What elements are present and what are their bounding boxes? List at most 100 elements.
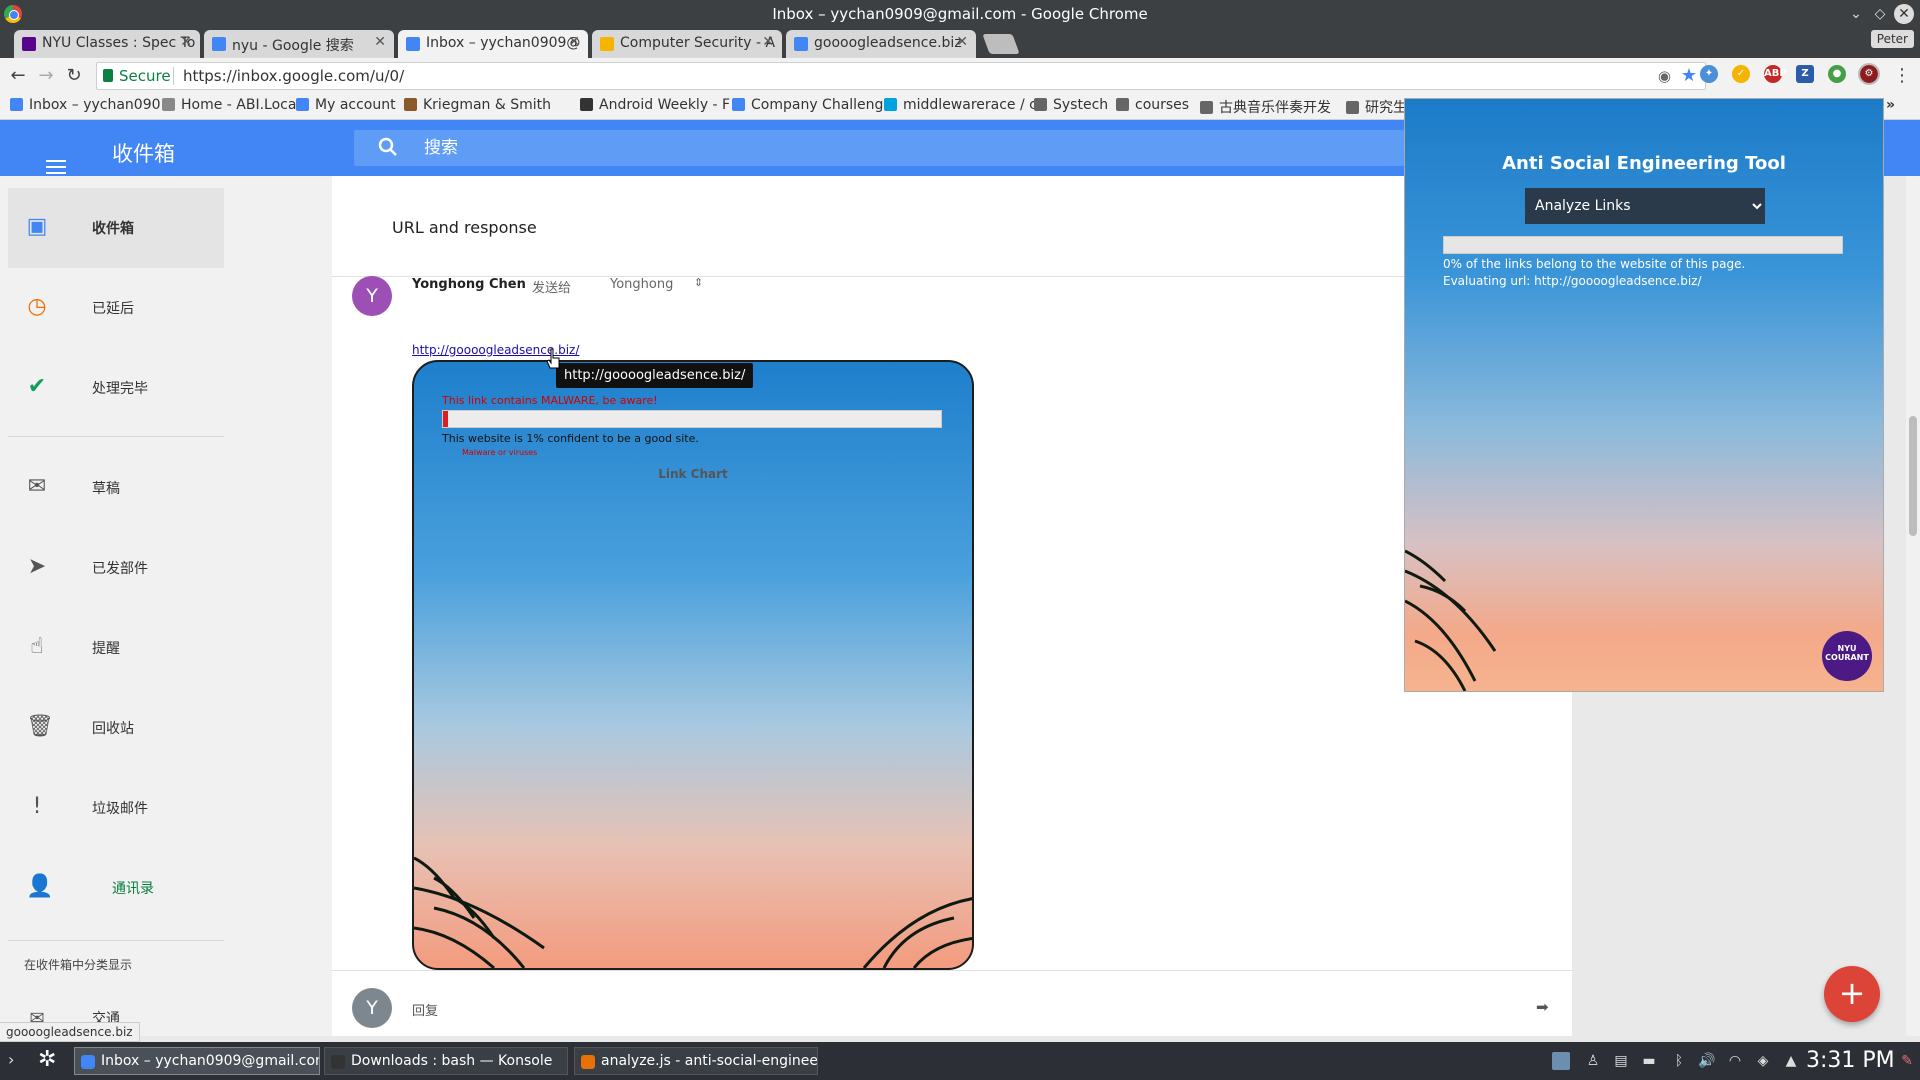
bookmark-item[interactable]: middlewarerace / c bbox=[884, 97, 1037, 113]
extension-green-icon[interactable]: ● bbox=[1828, 65, 1846, 83]
forward-icon[interactable]: → bbox=[34, 64, 58, 88]
link-analysis-popup: This link contains MALWARE, be aware! Th… bbox=[412, 360, 974, 970]
tab-close-icon[interactable]: ✕ bbox=[374, 34, 386, 50]
bookmark-item[interactable]: Android Weekly - F bbox=[580, 97, 730, 113]
more-bookmarks-icon[interactable]: » bbox=[1886, 97, 1895, 113]
shield-icon[interactable]: ◈ bbox=[1754, 1052, 1772, 1070]
bookmark-folder[interactable]: courses bbox=[1116, 97, 1189, 113]
confidence-progress-bar bbox=[442, 410, 942, 428]
tracking-eye-icon[interactable]: ◉ bbox=[1658, 67, 1671, 85]
sidebar-item-reminders[interactable]: ☝ 提醒 bbox=[8, 608, 224, 688]
clock[interactable]: 3:31 PM bbox=[1806, 1048, 1895, 1073]
chrome-menu-icon[interactable]: ⋮ bbox=[1890, 64, 1914, 88]
bookmark-item[interactable]: Home - ABI.Local bbox=[162, 97, 300, 113]
expand-recipients-icon[interactable]: ⇕ bbox=[694, 276, 703, 289]
address-bar[interactable]: Secure https://inbox.google.com/u/0/ ◉ ★ bbox=[96, 62, 1706, 90]
terminal-launcher-icon[interactable]: › bbox=[8, 1050, 14, 1069]
bookmark-item[interactable]: Kriegman & Smith bbox=[404, 97, 551, 113]
scrollbar[interactable] bbox=[1906, 176, 1920, 1036]
toolbar: ← → ↻ Secure https://inbox.google.com/u/… bbox=[0, 58, 1920, 94]
tab-label: NYU Classes : Spec To bbox=[42, 35, 196, 51]
page-bookmark-icon bbox=[162, 98, 175, 111]
search-icon bbox=[378, 137, 397, 156]
folder-icon bbox=[1346, 101, 1359, 114]
inbox-bookmark-icon bbox=[10, 98, 23, 111]
user-icon[interactable]: ♙ bbox=[1584, 1052, 1602, 1070]
scrollbar-thumb[interactable] bbox=[1909, 416, 1917, 536]
tab-close-icon[interactable]: ✕ bbox=[180, 34, 192, 50]
desktop-preview-icon[interactable] bbox=[1552, 1052, 1570, 1070]
search-bar[interactable] bbox=[354, 130, 1404, 166]
sidebar-item-contacts[interactable]: 👤 通讯录 bbox=[8, 848, 224, 928]
kriegman-bookmark-icon bbox=[404, 98, 417, 111]
avatar[interactable]: Y bbox=[352, 276, 392, 316]
extension-feather-icon[interactable]: ✦ bbox=[1700, 65, 1718, 83]
sidebar-item-label: 处理完毕 bbox=[92, 381, 148, 397]
sidebar-item-label: 已延后 bbox=[92, 301, 134, 317]
volume-icon[interactable]: 🔊 bbox=[1698, 1052, 1716, 1070]
bookmark-folder[interactable]: 研究生 bbox=[1346, 97, 1407, 117]
slides-favicon-icon bbox=[600, 37, 614, 51]
sidebar-item-done[interactable]: ✔ 处理完毕 bbox=[8, 348, 224, 428]
confidence-progress-fill bbox=[443, 411, 448, 427]
divider bbox=[8, 940, 224, 941]
spam-icon: ! bbox=[32, 794, 42, 819]
search-input[interactable] bbox=[422, 134, 1322, 162]
tab-goooogleadsence[interactable]: goooogleadsence.biz ✕ bbox=[786, 30, 976, 58]
tab-label: goooogleadsence.biz bbox=[814, 35, 962, 51]
wifi-icon[interactable]: ◠ bbox=[1726, 1052, 1744, 1070]
clipboard-icon[interactable]: ▤ bbox=[1612, 1052, 1630, 1070]
tab-inbox[interactable]: Inbox – yychan0909@ ✕ bbox=[398, 30, 588, 58]
check-icon: ✔ bbox=[27, 374, 47, 399]
tab-computer-security[interactable]: Computer Security - A ✕ bbox=[592, 30, 782, 58]
close-window-icon[interactable]: ✕ bbox=[1894, 4, 1914, 24]
extension-anti-social-engineering-icon[interactable]: ⚙ bbox=[1858, 63, 1880, 85]
send-arrow-icon[interactable]: ➡ bbox=[1536, 998, 1549, 1016]
terminal-icon bbox=[331, 1055, 345, 1069]
sidebar-item-drafts[interactable]: ✉ 草稿 bbox=[8, 448, 224, 528]
bookmark-folder[interactable]: 古典音乐伴奏开发 bbox=[1200, 97, 1331, 117]
extension-zotero-icon[interactable]: Z bbox=[1796, 65, 1814, 83]
bookmark-star-icon[interactable]: ★ bbox=[1681, 65, 1697, 86]
sidebar-item-inbox[interactable]: ▣ 收件箱 bbox=[8, 188, 224, 268]
sidebar-item-trash[interactable]: 🗑 回收站 bbox=[8, 688, 224, 768]
maximize-icon[interactable]: ◇ bbox=[1870, 4, 1890, 24]
analysis-mode-select[interactable]: Analyze Links bbox=[1525, 188, 1765, 224]
tab-close-icon[interactable]: ✕ bbox=[568, 34, 580, 50]
bookmark-folder[interactable]: Systech bbox=[1034, 97, 1108, 113]
sidebar-item-sent[interactable]: ➤ 已发部件 bbox=[8, 528, 224, 608]
kde-menu-icon[interactable]: ✲ bbox=[38, 1047, 56, 1072]
new-tab-button[interactable] bbox=[982, 34, 1020, 54]
notifications-icon[interactable]: ▲ bbox=[1782, 1052, 1800, 1070]
battery-icon[interactable]: ▬ bbox=[1640, 1052, 1658, 1070]
extension-check-icon[interactable]: ✓ bbox=[1732, 65, 1750, 83]
taskbar-item-editor[interactable]: analyze.js - anti-social-engineering bbox=[574, 1047, 818, 1075]
reply-input[interactable]: 回复 bbox=[412, 1000, 438, 1019]
bookmark-item[interactable]: Company Challeng bbox=[732, 97, 883, 113]
taskbar-item-konsole[interactable]: Downloads : bash — Konsole bbox=[324, 1047, 568, 1075]
tab-google-search[interactable]: nyu - Google 搜索 ✕ bbox=[204, 30, 394, 58]
trash-icon: 🗑 bbox=[26, 714, 54, 739]
inbox-icon: ▣ bbox=[26, 214, 48, 239]
sidebar-item-spam[interactable]: ! 垃圾邮件 bbox=[8, 768, 224, 848]
minimize-icon[interactable]: ⌄ bbox=[1846, 4, 1866, 24]
sidebar-item-snoozed[interactable]: ◷ 已延后 bbox=[8, 268, 224, 348]
tab-close-icon[interactable]: ✕ bbox=[762, 34, 774, 50]
reload-icon[interactable]: ↻ bbox=[62, 64, 86, 88]
bookmark-item[interactable]: Inbox – yychan090 bbox=[10, 97, 161, 113]
profile-button[interactable]: Peter bbox=[1870, 30, 1914, 48]
recipient-name[interactable]: Yonghong bbox=[610, 277, 673, 292]
bookmark-item[interactable]: My account bbox=[296, 97, 396, 113]
back-icon[interactable]: ← bbox=[6, 64, 30, 88]
tab-label: nyu - Google 搜索 bbox=[232, 38, 354, 54]
sender-name[interactable]: Yonghong Chen bbox=[412, 277, 526, 292]
taskbar-item-chrome[interactable]: Inbox – yychan0909@gmail.com - C bbox=[74, 1047, 320, 1075]
system-settings-icon[interactable]: ✎ bbox=[1898, 1052, 1916, 1070]
tab-nyu-classes[interactable]: NYU Classes : Spec To ✕ bbox=[14, 30, 200, 58]
extension-abp-icon[interactable]: ABP bbox=[1764, 65, 1787, 83]
url-text: https://inbox.google.com/u/0/ bbox=[183, 67, 405, 85]
tab-close-icon[interactable]: ✕ bbox=[956, 34, 968, 50]
bluetooth-icon[interactable]: ᛒ bbox=[1670, 1052, 1688, 1070]
contacts-icon: 👤 bbox=[26, 874, 54, 899]
compose-button[interactable]: + bbox=[1824, 966, 1880, 1022]
